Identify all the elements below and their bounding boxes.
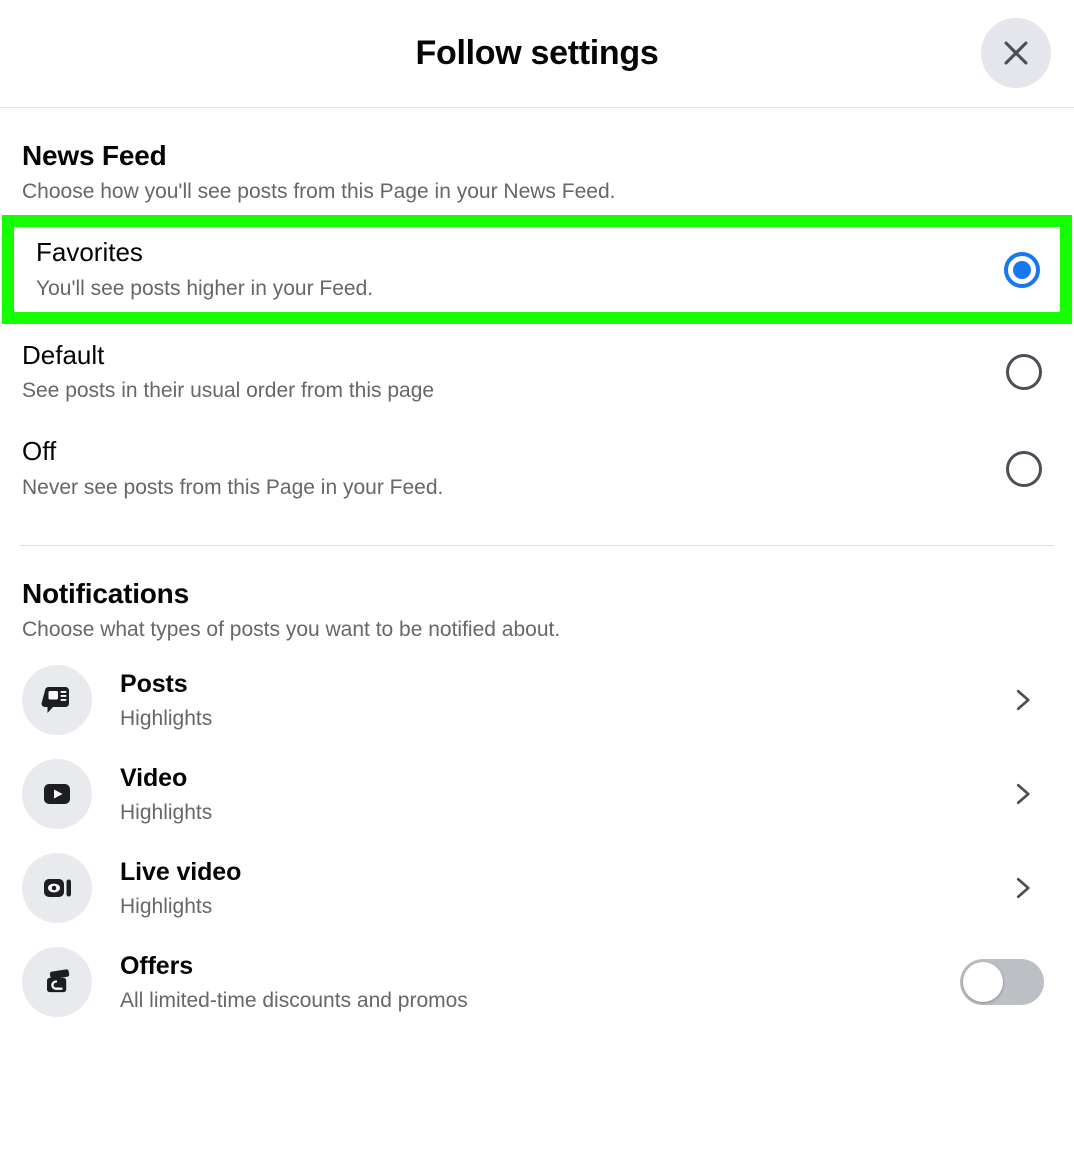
notifications-subtitle: Choose what types of posts you want to b… [22, 617, 561, 641]
notification-row-offers[interactable]: Offers All limited-time discounts and pr… [0, 935, 1074, 1029]
news-feed-option-off[interactable]: Off Never see posts from this Page in yo… [0, 420, 1074, 517]
live-video-icon [22, 853, 92, 924]
news-feed-option-default[interactable]: Default See posts in their usual order f… [0, 323, 1074, 421]
notification-row-posts[interactable]: Posts Highlights [0, 653, 1074, 747]
notification-label: Live video [120, 857, 242, 886]
option-description: You'll see posts higher in your Feed. [36, 276, 374, 300]
notification-row-video[interactable]: Video Highlights [0, 747, 1074, 841]
option-description: Never see posts from this Page in your F… [22, 475, 444, 499]
option-text: Favorites You'll see posts higher in you… [24, 237, 373, 301]
notification-value: All limited-time discounts and promos [120, 988, 468, 1012]
news-feed-option-favorites[interactable]: Favorites You'll see posts higher in you… [2, 215, 1072, 324]
radio-favorites[interactable] [1004, 251, 1040, 288]
close-button[interactable] [981, 18, 1051, 88]
notification-value: Highlights [120, 800, 213, 824]
page-title: Follow settings [415, 34, 659, 72]
option-label: Default [22, 339, 105, 370]
chevron-right-icon[interactable] [1000, 866, 1044, 910]
notification-text: Live video Highlights [92, 857, 1000, 920]
posts-bubble-icon [22, 665, 92, 736]
notification-value: Highlights [120, 706, 213, 730]
radio-off[interactable] [1006, 450, 1042, 487]
notification-text: Posts Highlights [92, 669, 1000, 732]
video-play-icon [22, 759, 92, 830]
notification-label: Posts [120, 669, 188, 698]
option-label: Favorites [36, 237, 143, 268]
notification-row-live-video[interactable]: Live video Highlights [0, 841, 1074, 935]
option-text: Default See posts in their usual order f… [22, 340, 434, 404]
notifications-section: Notifications Choose what types of posts… [0, 546, 1074, 1029]
offers-tag-icon [22, 947, 92, 1018]
news-feed-subtitle: Choose how you'll see posts from this Pa… [22, 180, 616, 204]
dialog-header: Follow settings [0, 0, 1074, 108]
option-description: See posts in their usual order from this… [22, 379, 435, 403]
offers-toggle[interactable] [960, 959, 1044, 1006]
news-feed-header: News Feed Choose how you'll see posts fr… [0, 108, 1074, 215]
toggle-knob [963, 962, 1003, 1003]
option-text: Off Never see posts from this Page in yo… [22, 436, 443, 500]
notification-text: Video Highlights [92, 763, 1000, 826]
notifications-header: Notifications Choose what types of posts… [0, 546, 1074, 653]
news-feed-title: News Feed [22, 140, 167, 171]
radio-default[interactable] [1006, 354, 1042, 391]
notification-label: Video [120, 763, 188, 792]
option-label: Off [22, 436, 57, 467]
news-feed-section: News Feed Choose how you'll see posts fr… [0, 108, 1074, 517]
chevron-right-icon[interactable] [1000, 678, 1044, 722]
notification-value: Highlights [120, 894, 213, 918]
close-icon [999, 36, 1033, 70]
chevron-right-icon[interactable] [1000, 772, 1044, 816]
notification-text: Offers All limited-time discounts and pr… [92, 951, 960, 1014]
notification-label: Offers [120, 951, 194, 980]
notifications-title: Notifications [22, 577, 189, 609]
